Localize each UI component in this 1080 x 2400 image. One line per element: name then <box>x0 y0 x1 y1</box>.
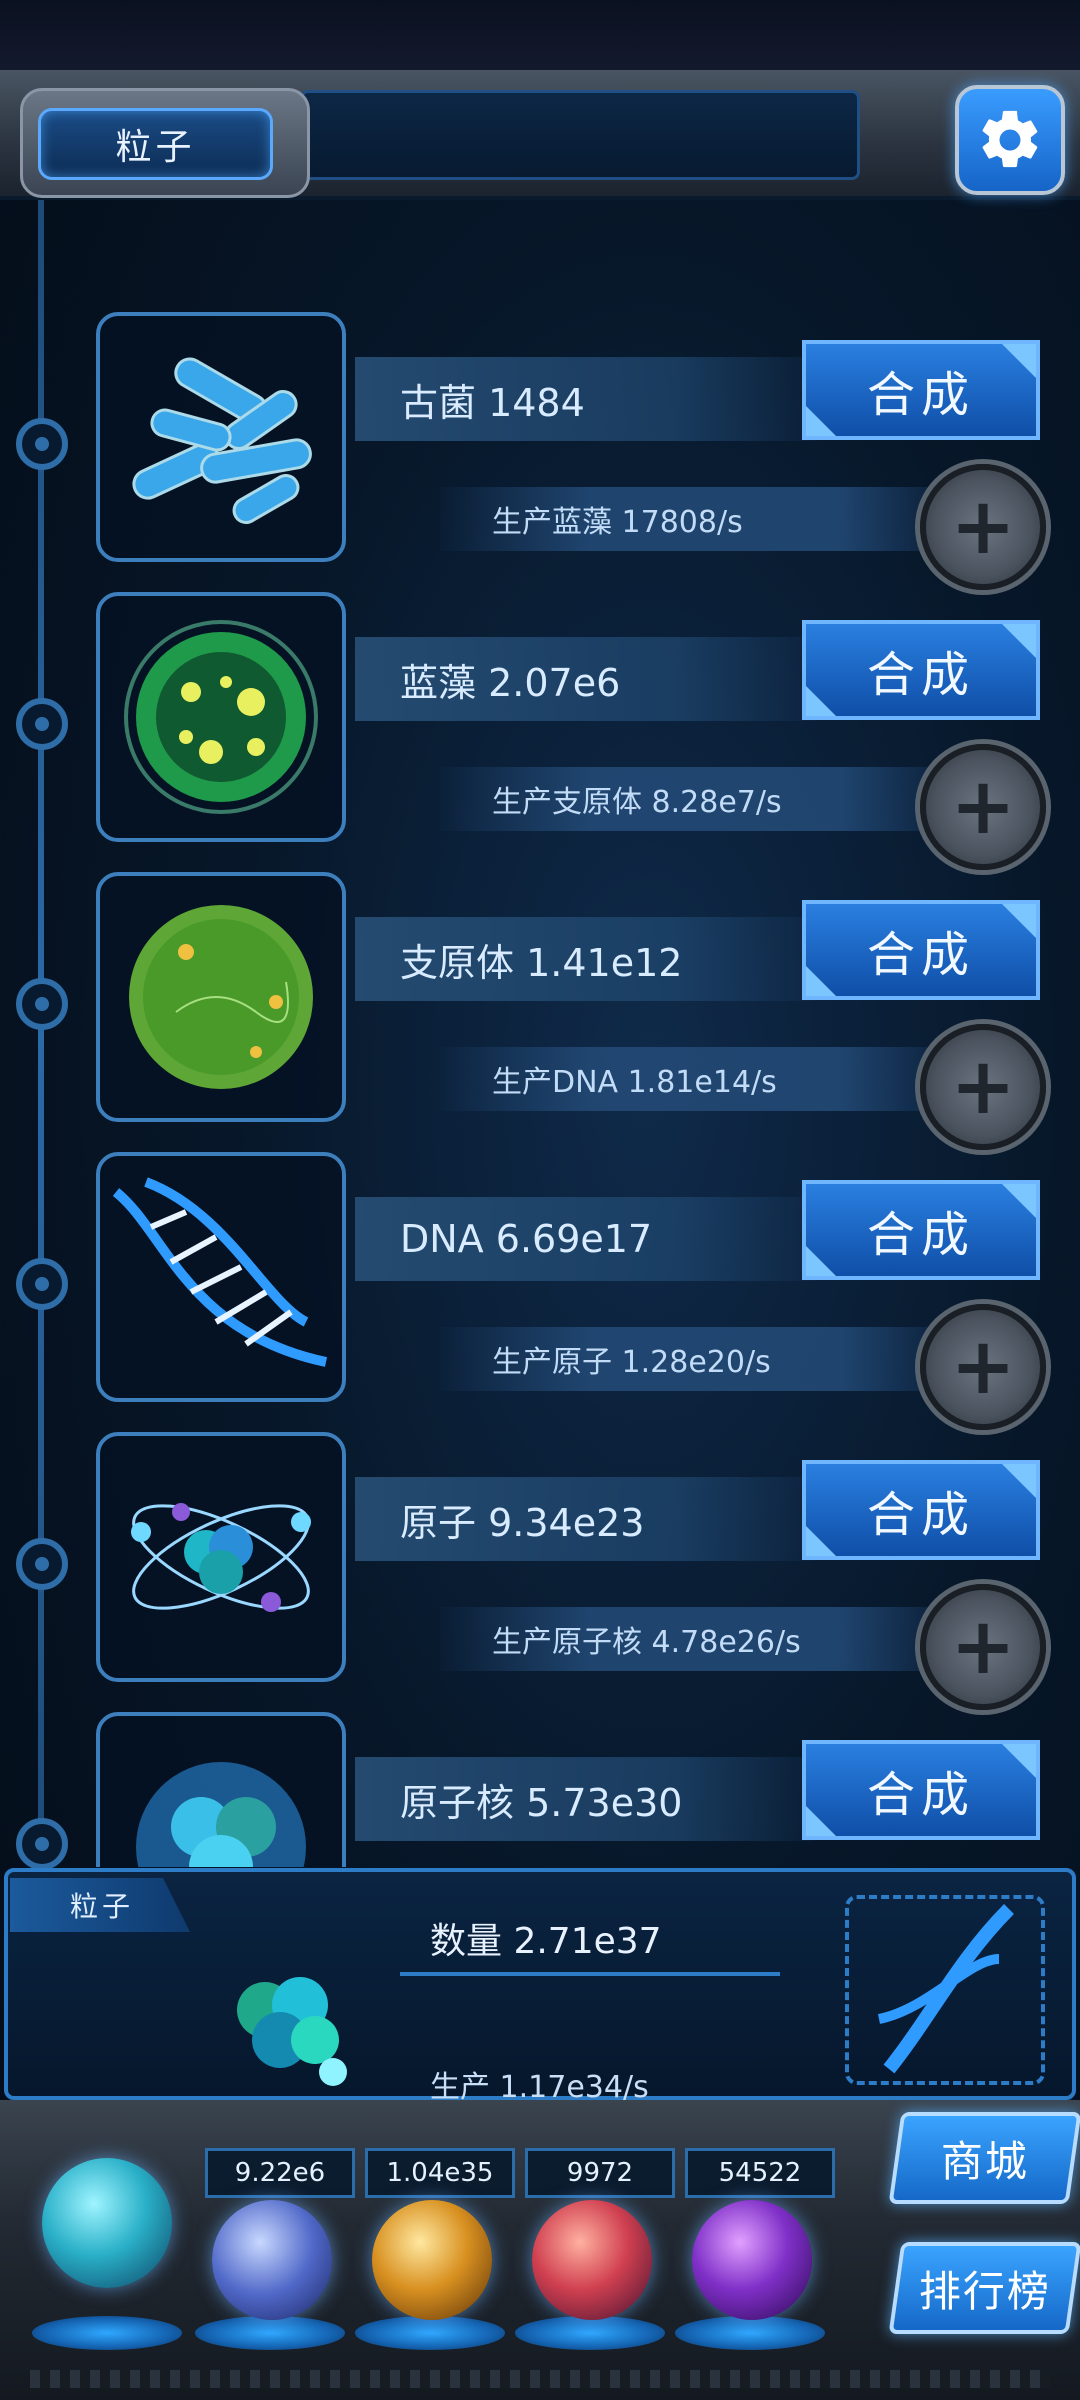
upgrade-plus-button[interactable]: + <box>920 464 1046 590</box>
plus-icon: + <box>950 482 1016 572</box>
page-title: 粒子 <box>38 108 273 180</box>
particle-orb-button[interactable] <box>42 2158 172 2288</box>
upgrade-plus-button[interactable]: + <box>920 1584 1046 1710</box>
dna-icon <box>112 1177 328 1367</box>
orb-pedestal <box>515 2316 665 2350</box>
plus-icon: + <box>950 1602 1016 1692</box>
item-name: 原子 9.34e23 <box>355 1477 815 1561</box>
synthesize-button[interactable]: 合成 <box>802 1740 1040 1840</box>
item-image-frame <box>96 592 346 842</box>
item-row-dna: DNA 6.69e17 生产原子 1.28e20/s 合成 + <box>0 1152 1080 1430</box>
atom-icon <box>131 1503 311 1612</box>
dna-helix-frame <box>845 1895 1045 2085</box>
mycoplasma-icon <box>129 905 313 1089</box>
resource-value: 54522 <box>685 2148 835 2198</box>
plus-icon: + <box>950 1322 1016 1412</box>
item-name: 古菌 1484 <box>355 357 815 441</box>
item-name: 蓝藻 2.07e6 <box>355 637 815 721</box>
space-background <box>0 0 1080 75</box>
lightning-orb-icon[interactable] <box>212 2200 332 2320</box>
item-name: 原子核 5.73e30 <box>355 1757 815 1841</box>
item-production: 生产原子核 4.78e26/s <box>440 1607 940 1671</box>
synthesize-button[interactable]: 合成 <box>802 1460 1040 1560</box>
upgrade-plus-button[interactable]: + <box>920 744 1046 870</box>
item-row-atom: 原子 9.34e23 生产原子核 4.78e26/s 合成 + <box>0 1432 1080 1710</box>
item-name: 支原体 1.41e12 <box>355 917 815 1001</box>
item-row-archaea: 古菌 1484 生产蓝藻 17808/s 合成 + <box>0 312 1080 590</box>
upgrade-plus-button[interactable]: + <box>920 1304 1046 1430</box>
synthesize-button[interactable]: 合成 <box>802 1180 1040 1280</box>
item-row-cyanobacteria: 蓝藻 2.07e6 生产支原体 8.28e7/s 合成 + <box>0 592 1080 870</box>
item-image-frame <box>96 312 346 562</box>
upgrade-plus-button[interactable]: + <box>920 1024 1046 1150</box>
particle-quantity: 数量 2.71e37 <box>430 1921 662 1962</box>
item-image-frame <box>96 872 346 1122</box>
particle-cluster-icon <box>237 1977 347 2086</box>
item-production: 生产原子 1.28e20/s <box>440 1327 940 1391</box>
vortex-orb-icon[interactable] <box>692 2200 812 2320</box>
shop-button[interactable]: 商城 <box>888 2112 1080 2204</box>
brain-orb-icon[interactable] <box>532 2200 652 2320</box>
fire-orb-icon[interactable] <box>372 2200 492 2320</box>
item-image-frame <box>96 1152 346 1402</box>
orb-pedestal <box>355 2316 505 2350</box>
item-production: 生产支原体 8.28e7/s <box>440 767 940 831</box>
orb-pedestal <box>32 2316 182 2350</box>
item-row-nucleus: 原子核 5.73e30 合成 <box>0 1712 1080 1867</box>
item-image-frame <box>96 1432 346 1682</box>
gear-icon <box>982 110 1038 168</box>
synthesize-button[interactable]: 合成 <box>802 620 1040 720</box>
info-panel-tag: 粒子 <box>10 1878 190 1932</box>
settings-button[interactable] <box>955 85 1065 195</box>
cyanobacteria-icon <box>124 620 318 814</box>
orb-pedestal <box>675 2316 825 2350</box>
resource-value: 1.04e35 <box>365 2148 515 2198</box>
shop-button-label: 商城 <box>940 2136 1029 2186</box>
dna-helix-icon <box>877 1904 1014 2074</box>
synthesize-button[interactable]: 合成 <box>802 340 1040 440</box>
item-image-frame <box>96 1712 346 1867</box>
header-screen <box>300 90 860 180</box>
item-name: DNA 6.69e17 <box>355 1197 815 1281</box>
leaderboard-button-label: 排行榜 <box>918 2266 1051 2316</box>
plus-icon: + <box>950 1042 1016 1132</box>
resource-value: 9972 <box>525 2148 675 2198</box>
leaderboard-button[interactable]: 排行榜 <box>888 2242 1080 2334</box>
decorative-stripes <box>30 2370 1050 2388</box>
nucleus-icon <box>136 1762 306 1867</box>
orb-pedestal <box>195 2316 345 2350</box>
item-row-mycoplasma: 支原体 1.41e12 生产DNA 1.81e14/s 合成 + <box>0 872 1080 1150</box>
plus-icon: + <box>950 762 1016 852</box>
bacteria-icon <box>132 357 312 524</box>
item-production: 生产蓝藻 17808/s <box>440 487 940 551</box>
item-production: 生产DNA 1.81e14/s <box>440 1047 940 1111</box>
synthesize-button[interactable]: 合成 <box>802 900 1040 1000</box>
circuit-line <box>400 1972 780 1976</box>
resource-value: 9.22e6 <box>205 2148 355 2198</box>
